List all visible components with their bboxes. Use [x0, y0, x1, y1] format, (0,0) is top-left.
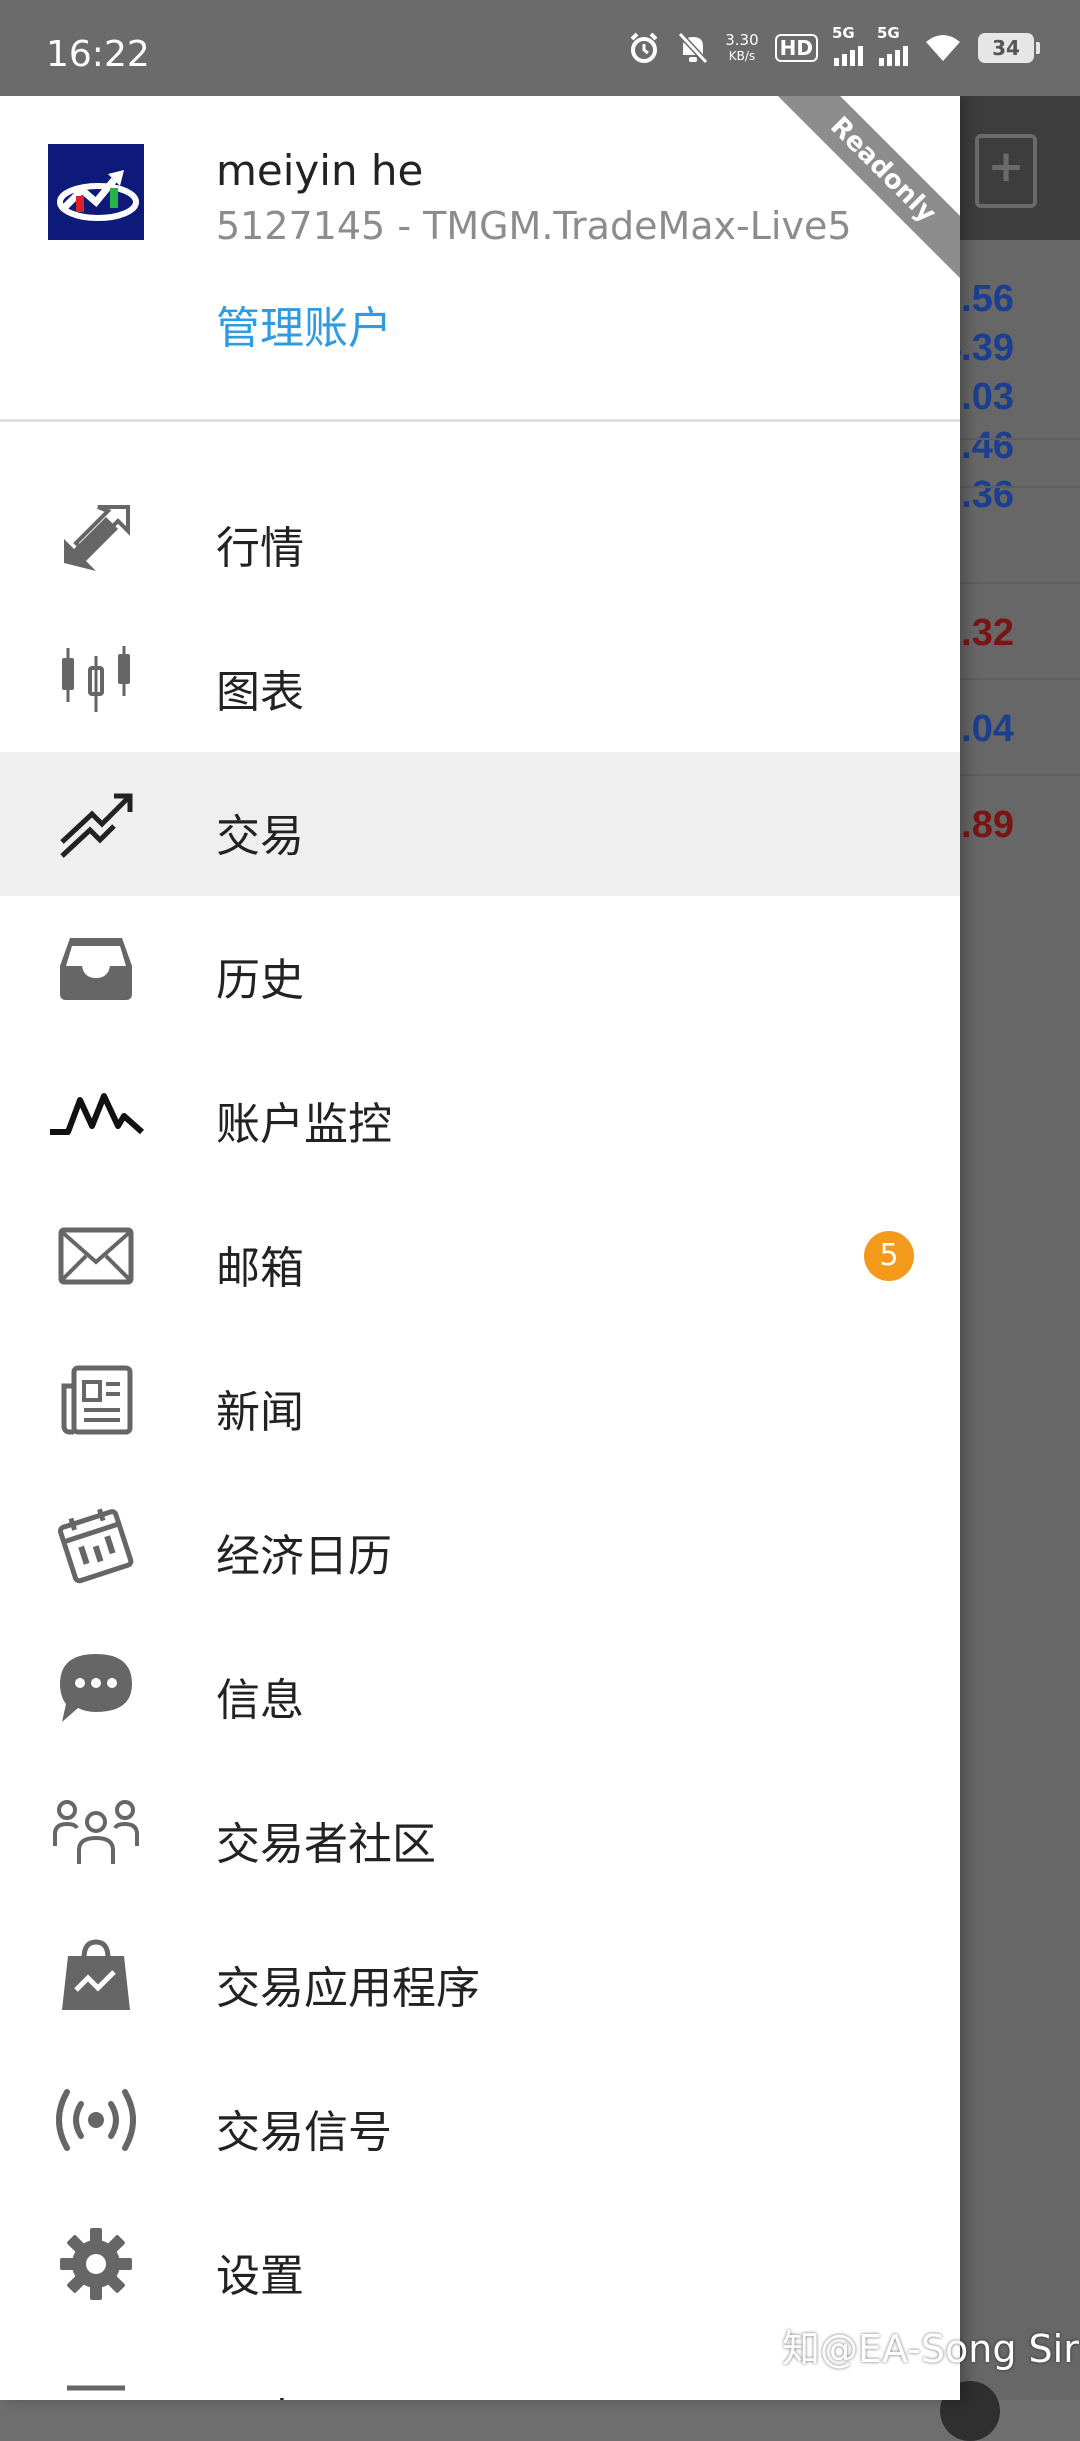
economic-calendar-icon — [48, 1508, 144, 1584]
header-divider — [0, 419, 960, 422]
menu-label: 账户监控 — [216, 1099, 392, 1150]
status-icons: 3.30 KB/s HD 5G 5G 34 — [627, 24, 1040, 68]
chat-bubble-icon — [48, 1652, 144, 1724]
account-monitor-icon — [48, 1076, 144, 1148]
menu-item-messages[interactable]: 信息 — [0, 1616, 960, 1760]
watermark: 知@EA-Song Sir — [782, 2327, 1079, 2371]
menu-item-charts[interactable]: 图表 — [0, 608, 960, 752]
menu-label: 经济日历 — [216, 1531, 392, 1582]
broker-logo — [48, 144, 144, 240]
menu-item-news[interactable]: 新闻 — [0, 1328, 960, 1472]
candlestick-chart-icon — [48, 644, 144, 716]
menu-label: 邮箱 — [216, 1243, 304, 1294]
signal-sim2-icon: 5G — [877, 24, 908, 66]
wifi-icon — [926, 35, 960, 61]
mute-bell-icon — [678, 31, 709, 65]
battery-indicator: 34 — [978, 33, 1040, 63]
gear-icon — [48, 2228, 144, 2300]
network-speed: 3.30 KB/s — [725, 32, 758, 64]
newspaper-icon — [48, 1364, 144, 1436]
readonly-ribbon: Readonly — [757, 96, 960, 296]
menu-label: 图表 — [216, 667, 304, 718]
signal-broadcast-icon — [48, 2084, 144, 2156]
menu-item-settings[interactable]: 设置 — [0, 2192, 960, 2336]
manage-accounts-link[interactable]: 管理账户 — [216, 292, 392, 356]
background-row-divider — [960, 678, 1080, 680]
menu-item-trading-signals[interactable]: 交易信号 — [0, 2048, 960, 2192]
net-speed-unit: KB/s — [728, 49, 756, 63]
menu-item-quotes[interactable]: 行情 — [0, 464, 960, 608]
community-icon — [48, 1796, 144, 1868]
menu-label: 日志 — [216, 2384, 304, 2400]
menu-item-trading-apps[interactable]: 交易应用程序 — [0, 1904, 960, 2048]
menu-label: 交易应用程序 — [216, 1963, 480, 2014]
menu-label: 设置 — [216, 2251, 304, 2302]
menu-label: 信息 — [216, 1675, 304, 1726]
menu-item-economic-calendar[interactable]: 经济日历 — [0, 1472, 960, 1616]
navigation-drawer: Readonly meiyin he 5127145 - TMGM.TradeM… — [0, 96, 960, 2400]
hd-voice-badge: HD — [774, 34, 818, 62]
account-server: 5127145 - TMGM.TradeMax-Live5 — [216, 204, 852, 248]
account-name: meiyin he — [216, 146, 424, 195]
trade-trend-icon — [48, 788, 144, 860]
menu-item-history[interactable]: 历史 — [0, 896, 960, 1040]
sim2-network-label: 5G — [877, 24, 900, 42]
clock: 16:22 — [46, 34, 150, 75]
menu-label: 交易信号 — [216, 2107, 392, 2158]
menu-label: 行情 — [216, 523, 304, 574]
new-order-icon[interactable]: + — [975, 134, 1037, 208]
background-row-divider — [960, 582, 1080, 584]
journal-lines-icon — [48, 2372, 144, 2400]
menu-item-trade[interactable]: 交易 — [0, 752, 960, 896]
background-row-divider — [960, 438, 1080, 440]
background-row-divider — [960, 774, 1080, 776]
menu-item-mailbox[interactable]: 邮箱 5 — [0, 1184, 960, 1328]
menu-item-account-monitor[interactable]: 账户监控 — [0, 1040, 960, 1184]
mail-icon — [48, 1220, 144, 1292]
shopping-bag-icon — [48, 1939, 144, 2012]
menu-item-traders-community[interactable]: 交易者社区 — [0, 1760, 960, 1904]
net-speed-value: 3.30 — [725, 31, 759, 49]
menu-label: 交易 — [216, 811, 304, 862]
menu-label: 新闻 — [216, 1387, 304, 1438]
signal-sim1-icon: 5G — [832, 24, 863, 66]
status-bar: 16:22 3.30 KB/s HD 5G 5G 34 — [0, 0, 1080, 96]
sim1-network-label: 5G — [832, 24, 855, 42]
menu-label: 历史 — [216, 955, 304, 1006]
background-row-divider — [960, 486, 1080, 488]
unread-badge: 5 — [864, 1231, 914, 1281]
quotes-arrows-icon — [48, 500, 144, 572]
alarm-icon — [630, 32, 658, 63]
drawer-menu: 行情 图表 交易 历史 账户监控 邮箱 5 新闻 经济日历 信息 交易者社区 交… — [0, 464, 960, 2400]
inbox-history-icon — [48, 932, 144, 1004]
menu-label: 交易者社区 — [216, 1819, 436, 1870]
